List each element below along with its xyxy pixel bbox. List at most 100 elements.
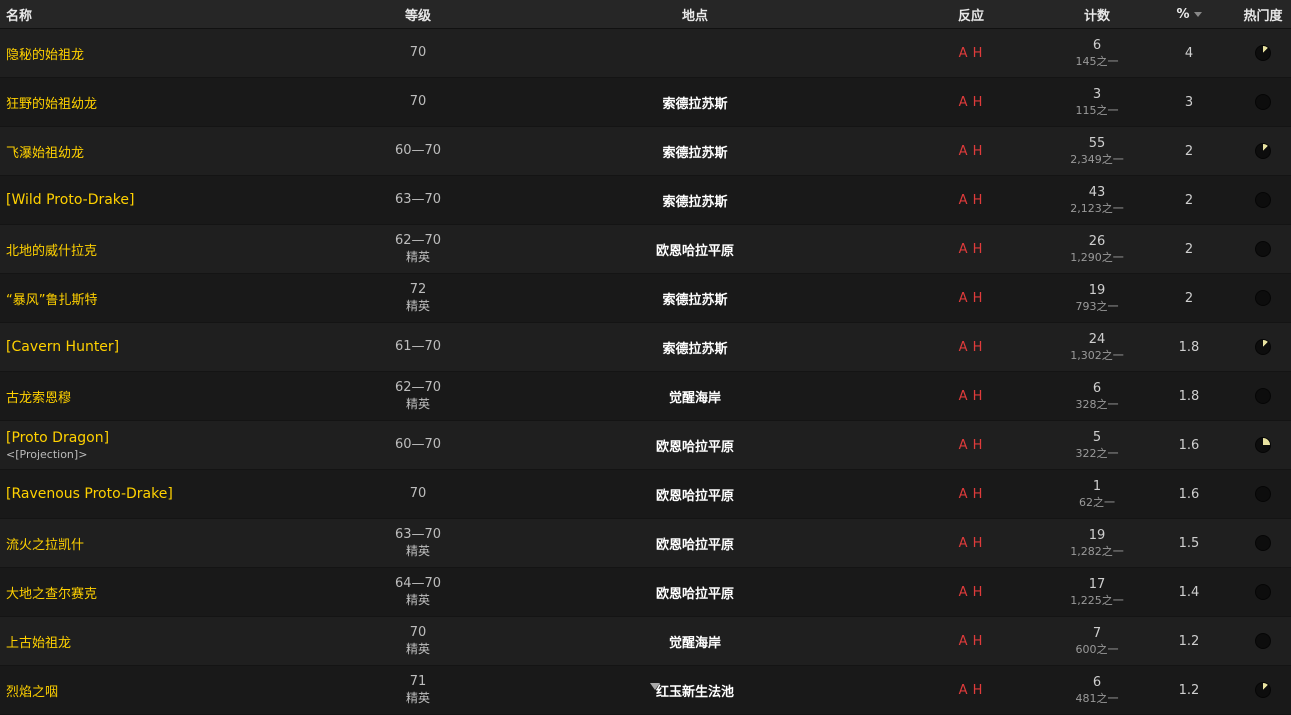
npc-name-link[interactable]: 流火之拉凯什	[6, 534, 84, 553]
npc-name-link[interactable]: 大地之查尔赛克	[6, 583, 97, 602]
popularity-cell	[1232, 666, 1291, 714]
col-header-location[interactable]: 地点	[555, 0, 835, 28]
table-row[interactable]: 烈焰之咽 71 精英 红玉新生法池 AH 6 481之一 1.2	[0, 666, 1291, 715]
react-horde: H	[972, 682, 984, 698]
level-value: 70	[409, 94, 427, 109]
location-cell: 欧恩哈拉平原	[555, 421, 835, 469]
table-row[interactable]: “暴风”鲁扎斯特 72 精英 索德拉苏斯 AH 19 793之一 2	[0, 274, 1291, 323]
react-value: AH	[957, 389, 986, 404]
level-value: 62—70	[394, 380, 442, 395]
table-row[interactable]: 流火之拉凯什 63—70 精英 欧恩哈拉平原 AH 19 1,282之一 1.5	[0, 519, 1291, 568]
col-header-count[interactable]: 计数	[1035, 0, 1159, 28]
location-link[interactable]: 欧恩哈拉平原	[656, 485, 734, 504]
col-header-popularity[interactable]: 热门度	[1232, 0, 1291, 28]
count-cell: 6 328之一	[1035, 372, 1159, 420]
npc-name-link[interactable]: [Proto Dragon]	[6, 430, 109, 446]
npc-name-link[interactable]: [Wild Proto-Drake]	[6, 192, 135, 208]
npc-name-link[interactable]: 古龙索恩穆	[6, 387, 71, 406]
level-cell: 62—70 精英	[338, 372, 498, 420]
table-row[interactable]: [Cavern Hunter] 61—70 索德拉苏斯 AH 24 1,302之…	[0, 323, 1291, 372]
level-value: 62—70	[394, 233, 442, 248]
npc-name-link[interactable]: 烈焰之咽	[6, 681, 58, 700]
name-cell: 流火之拉凯什	[6, 519, 336, 567]
pct-cell: 4	[1150, 29, 1228, 77]
react-alliance: A	[958, 388, 969, 404]
location-link[interactable]: 欧恩哈拉平原	[656, 436, 734, 455]
react-alliance: A	[958, 486, 969, 502]
table-row[interactable]: 隐秘的始祖龙 70 AH 6 145之一 4	[0, 29, 1291, 78]
npc-name-link[interactable]: 北地的威什拉克	[6, 240, 97, 259]
location-link[interactable]: 索德拉苏斯	[662, 142, 727, 161]
table-row[interactable]: 上古始祖龙 70 精英 觉醒海岸 AH 7 600之一 1.2	[0, 617, 1291, 666]
npc-name-link[interactable]: 狂野的始祖幼龙	[6, 93, 97, 112]
react-horde: H	[972, 143, 984, 159]
react-cell: AH	[921, 323, 1021, 371]
table-row[interactable]: 大地之查尔赛克 64—70 精英 欧恩哈拉平原 AH 17 1,225之一 1.…	[0, 568, 1291, 617]
location-link[interactable]: 红玉新生法池	[656, 681, 734, 700]
npc-subtitle: <[Projection]>	[6, 447, 88, 461]
location-link[interactable]: 索德拉苏斯	[662, 289, 727, 308]
popularity-cell	[1232, 568, 1291, 616]
popularity-cell	[1232, 323, 1291, 371]
table-row[interactable]: 狂野的始祖幼龙 70 索德拉苏斯 AH 3 115之一 3	[0, 78, 1291, 127]
level-cell: 70 精英	[338, 617, 498, 665]
pct-cell: 2	[1150, 225, 1228, 273]
npc-name-link[interactable]: [Ravenous Proto-Drake]	[6, 486, 173, 502]
react-cell: AH	[921, 372, 1021, 420]
level-value: 63—70	[394, 527, 442, 542]
level-cell: 70	[338, 29, 498, 77]
popularity-pie-icon	[1255, 143, 1271, 159]
table-row[interactable]: [Proto Dragon] <[Projection]> 60—70 欧恩哈拉…	[0, 421, 1291, 470]
col-header-level[interactable]: 等级	[338, 0, 498, 28]
table-row[interactable]: [Wild Proto-Drake] 63—70 索德拉苏斯 AH 43 2,1…	[0, 176, 1291, 225]
table-row[interactable]: [Ravenous Proto-Drake] 70 欧恩哈拉平原 AH 1 62…	[0, 470, 1291, 519]
popularity-cell	[1232, 617, 1291, 665]
table-row[interactable]: 飞瀑始祖幼龙 60—70 索德拉苏斯 AH 55 2,349之一 2	[0, 127, 1291, 176]
col-header-pct[interactable]: %	[1150, 0, 1228, 28]
react-alliance: A	[958, 437, 969, 453]
name-cell: [Cavern Hunter]	[6, 323, 336, 371]
npc-name-link[interactable]: 飞瀑始祖幼龙	[6, 142, 84, 161]
npc-name-link[interactable]: 上古始祖龙	[6, 632, 71, 651]
table-row[interactable]: 古龙索恩穆 62—70 精英 觉醒海岸 AH 6 328之一 1.8	[0, 372, 1291, 421]
react-cell: AH	[921, 519, 1021, 567]
mouse-cursor-icon	[650, 683, 660, 690]
location-link[interactable]: 索德拉苏斯	[662, 338, 727, 357]
location-link[interactable]: 索德拉苏斯	[662, 191, 727, 210]
popularity-cell	[1232, 519, 1291, 567]
pct-value: 2	[1184, 192, 1194, 208]
pct-cell: 3	[1150, 78, 1228, 126]
name-cell: 上古始祖龙	[6, 617, 336, 665]
table-row[interactable]: 北地的威什拉克 62—70 精英 欧恩哈拉平原 AH 26 1,290之一 2	[0, 225, 1291, 274]
location-cell: 索德拉苏斯	[555, 323, 835, 371]
npc-name-link[interactable]: [Cavern Hunter]	[6, 339, 119, 355]
location-link[interactable]: 欧恩哈拉平原	[656, 534, 734, 553]
count-cell: 26 1,290之一	[1035, 225, 1159, 273]
react-alliance: A	[958, 241, 969, 257]
location-link[interactable]: 欧恩哈拉平原	[656, 583, 734, 602]
col-header-react[interactable]: 反应	[921, 0, 1021, 28]
count-total: 1,282之一	[1070, 544, 1124, 558]
count-value: 19	[1088, 527, 1106, 543]
react-value: AH	[957, 634, 986, 649]
react-alliance: A	[958, 143, 969, 159]
npc-name-link[interactable]: “暴风”鲁扎斯特	[6, 289, 97, 308]
level-value: 70	[409, 486, 427, 501]
location-link[interactable]: 觉醒海岸	[669, 387, 721, 406]
location-cell: 觉醒海岸	[555, 617, 835, 665]
location-cell: 索德拉苏斯	[555, 274, 835, 322]
location-link[interactable]: 觉醒海岸	[669, 632, 721, 651]
location-cell: 红玉新生法池	[555, 666, 835, 714]
npc-name-link[interactable]: 隐秘的始祖龙	[6, 44, 84, 63]
popularity-pie-icon	[1255, 682, 1271, 698]
react-value: AH	[957, 536, 986, 551]
location-link[interactable]: 索德拉苏斯	[662, 93, 727, 112]
pct-value: 1.5	[1178, 535, 1200, 551]
react-value: AH	[957, 683, 986, 698]
name-cell: 烈焰之咽	[6, 666, 336, 714]
location-link[interactable]: 欧恩哈拉平原	[656, 240, 734, 259]
react-value: AH	[957, 438, 986, 453]
react-horde: H	[972, 486, 984, 502]
level-cell: 71 精英	[338, 666, 498, 714]
col-header-name[interactable]: 名称	[6, 0, 336, 28]
